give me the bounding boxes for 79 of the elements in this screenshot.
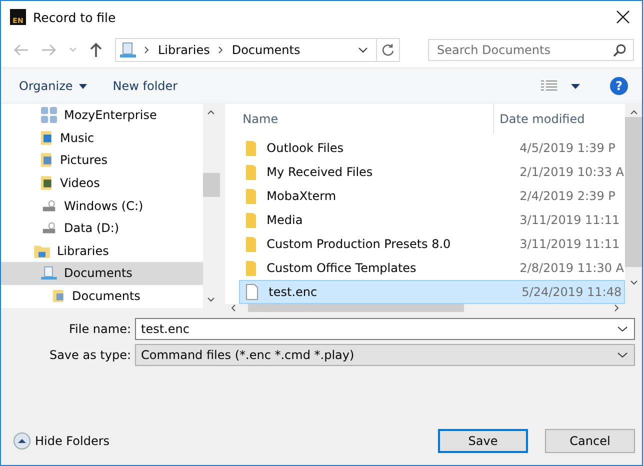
- folder-icon: [246, 188, 256, 204]
- nav-item[interactable]: Data (D:): [1, 216, 203, 240]
- grid-icon: [41, 107, 57, 124]
- save-button[interactable]: Save: [438, 429, 528, 453]
- view-list-icon[interactable]: [541, 79, 557, 93]
- dropdown-triangle-icon: [78, 84, 87, 88]
- save-type-dropdown[interactable]: Command files (*.enc *.cmd *.play): [135, 344, 635, 366]
- file-name[interactable]: MobaXterm: [266, 189, 509, 203]
- cancel-button[interactable]: Cancel: [545, 429, 635, 453]
- chevron-up-icon[interactable]: [630, 110, 638, 115]
- window-title: Record to file: [33, 10, 117, 24]
- nav-item[interactable]: Documents: [1, 284, 203, 308]
- date-modified: 3/11/2019 11:11: [520, 213, 620, 227]
- drive-icon: [41, 198, 57, 213]
- nav-item[interactable]: Videos: [1, 172, 203, 194]
- folder-icon: [246, 212, 256, 228]
- folder-icon: [246, 236, 256, 252]
- chevron-down-icon[interactable]: [358, 47, 368, 53]
- documents-library-icon: [41, 266, 57, 280]
- organize-button[interactable]: Organize: [13, 75, 93, 97]
- nav-item[interactable]: Documents: [1, 262, 203, 285]
- scrollbar-thumb[interactable]: [248, 304, 464, 312]
- nav-item[interactable]: Music: [1, 126, 203, 150]
- field-label: File name:: [68, 322, 131, 336]
- scrollbar-thumb[interactable]: [625, 117, 642, 267]
- chevron-right-icon: [218, 46, 224, 54]
- library-icon: [120, 42, 136, 58]
- column-header[interactable]: Name: [224, 112, 493, 126]
- breadcrumb[interactable]: Libraries: [158, 43, 210, 57]
- file-name[interactable]: Outlook Files: [266, 141, 509, 155]
- date-modified: 2/1/2019 10:33 A: [520, 165, 624, 179]
- nav-item[interactable]: Pictures: [1, 149, 203, 172]
- breadcrumb[interactable]: Documents: [232, 43, 300, 57]
- nav-item[interactable]: Windows (C:): [1, 194, 203, 217]
- help-button[interactable]: ?: [610, 77, 628, 95]
- dropdown-triangle-icon[interactable]: [571, 84, 580, 88]
- file-name-field[interactable]: test.enc: [135, 318, 635, 340]
- field-label: Save as type:: [48, 348, 131, 362]
- up-arrow-icon[interactable]: [89, 42, 103, 58]
- chevron-right-icon[interactable]: [614, 304, 619, 312]
- folder-icon: [246, 164, 256, 180]
- chevron-down-icon[interactable]: [207, 297, 216, 302]
- date-modified: 2/8/2019 11:30 A: [520, 261, 624, 275]
- chevron-left-icon[interactable]: [230, 304, 236, 312]
- documents-folder-icon: [53, 289, 65, 304]
- nav-item[interactable]: MozyEnterprise: [1, 104, 203, 127]
- scrollbar-thumb[interactable]: [202, 173, 220, 197]
- drive-icon: [41, 221, 57, 236]
- refresh-icon[interactable]: [381, 43, 395, 57]
- folder-icon: [246, 140, 256, 156]
- folder-icon: [246, 260, 256, 276]
- chevron-right-icon: [144, 46, 150, 54]
- date-modified: 5/24/2019 11:48: [522, 285, 622, 299]
- new-folder-button[interactable]: New folder: [106, 75, 184, 97]
- libraries-folder-icon: [34, 244, 50, 258]
- nav-item[interactable]: Libraries: [1, 240, 203, 262]
- file-name[interactable]: Media: [266, 213, 509, 227]
- chevron-up-icon[interactable]: [207, 110, 216, 115]
- pictures-folder-icon: [41, 152, 53, 168]
- search-icon: [613, 44, 626, 57]
- chevron-down-icon[interactable]: [630, 280, 638, 285]
- chevron-down-icon: [617, 352, 628, 358]
- file-name[interactable]: My Received Files: [266, 165, 509, 179]
- date-modified: 2/4/2019 2:39 P: [520, 189, 616, 203]
- videos-folder-icon: [41, 175, 53, 192]
- chevron-down-icon[interactable]: [617, 326, 628, 332]
- scrollbar[interactable]: [625, 104, 642, 308]
- column-header[interactable]: Date modified: [492, 104, 585, 134]
- close-icon[interactable]: [616, 10, 630, 24]
- hide-folders-button[interactable]: Hide Folders: [13, 432, 110, 450]
- file-name[interactable]: Custom Production Presets 8.0: [266, 237, 509, 251]
- file-name[interactable]: test.enc: [268, 285, 511, 299]
- search-field[interactable]: Search Documents: [428, 39, 634, 61]
- date-modified: 3/11/2019 11:11: [520, 237, 620, 251]
- music-folder-icon: [41, 130, 53, 146]
- file-icon: [246, 284, 258, 300]
- address-bar[interactable]: Libraries Documents: [115, 38, 400, 62]
- date-modified: 4/5/2019 1:39 P: [520, 141, 616, 155]
- file-name[interactable]: Custom Office Templates: [266, 261, 509, 275]
